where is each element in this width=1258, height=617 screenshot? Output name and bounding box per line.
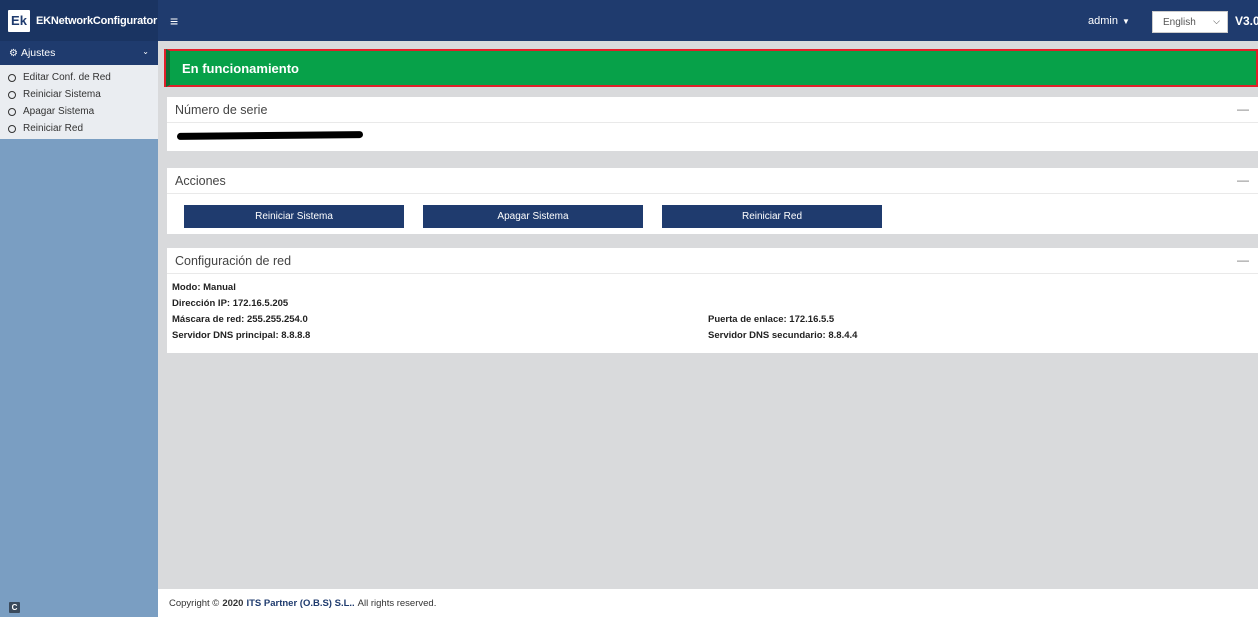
network-panel-body: Modo: Manual Dirección IP: 172.16.5.205 … bbox=[167, 274, 1258, 353]
language-select[interactable]: English ⌵ bbox=[1152, 11, 1228, 33]
language-value: English bbox=[1163, 16, 1196, 28]
sidebar-item-editar-conf-red[interactable]: Editar Conf. de Red bbox=[0, 69, 158, 86]
sidebar-item-label: Reiniciar Red bbox=[23, 123, 84, 134]
sidebar-item-apagar-sistema[interactable]: Apagar Sistema bbox=[0, 103, 158, 120]
user-name: admin bbox=[1088, 15, 1118, 27]
serial-panel: Número de serie — bbox=[167, 97, 1258, 151]
circle-outline-icon bbox=[8, 90, 16, 99]
footer-year: 2020 bbox=[222, 597, 244, 609]
actions-panel-body: Reiniciar Sistema Apagar Sistema Reinici… bbox=[167, 194, 1258, 234]
logo: Ek bbox=[8, 9, 30, 32]
sidebar-item-label: Editar Conf. de Red bbox=[23, 72, 111, 83]
app-name: EKNetworkConfigurator bbox=[36, 14, 158, 27]
sidebar-item-reiniciar-sistema[interactable]: Reiniciar Sistema bbox=[0, 86, 158, 103]
actions-panel-header: Acciones — bbox=[167, 168, 1258, 194]
minus-icon[interactable]: — bbox=[1237, 173, 1249, 187]
user-menu[interactable]: admin ▼ bbox=[1088, 15, 1130, 27]
hamburger-icon[interactable]: ≡ bbox=[170, 13, 178, 29]
sidebar-item-reiniciar-red[interactable]: Reiniciar Red bbox=[0, 120, 158, 137]
sidebar-header-label: Ajustes bbox=[20, 47, 56, 59]
network-panel: Configuración de red — Modo: Manual Dire… bbox=[167, 248, 1258, 353]
chevron-down-icon: ⌄ bbox=[142, 47, 149, 56]
brand[interactable]: Ek EKNetworkConfigurator bbox=[0, 0, 158, 41]
main-content: En funcionamiento Número de serie — Acci… bbox=[158, 41, 1258, 617]
reiniciar-red-button[interactable]: Reiniciar Red bbox=[662, 205, 882, 228]
serial-panel-title: Número de serie bbox=[175, 102, 268, 117]
actions-panel: Acciones — Reiniciar Sistema Apagar Sist… bbox=[167, 168, 1258, 234]
sidebar-header-ajustes[interactable]: ⚙ Ajustes ⌄ bbox=[0, 41, 158, 65]
minus-icon[interactable]: — bbox=[1237, 253, 1249, 267]
network-panel-header: Configuración de red — bbox=[167, 248, 1258, 274]
network-gateway: Puerta de enlace: 172.16.5.5 bbox=[708, 314, 835, 325]
serial-panel-header: Número de serie — bbox=[167, 97, 1258, 123]
circle-outline-icon bbox=[8, 124, 16, 133]
circle-outline-icon bbox=[8, 73, 16, 82]
network-mode: Modo: Manual bbox=[172, 282, 236, 293]
sidebar-menu: Editar Conf. de Red Reiniciar Sistema Ap… bbox=[0, 65, 158, 139]
footer-suffix: All rights reserved. bbox=[357, 597, 437, 609]
actions-panel-title: Acciones bbox=[175, 173, 226, 188]
sidebar-item-label: Reiniciar Sistema bbox=[23, 89, 101, 100]
apagar-sistema-button[interactable]: Apagar Sistema bbox=[423, 205, 643, 228]
footer-prefix: Copyright © bbox=[169, 597, 220, 609]
network-ip: Dirección IP: 172.16.5.205 bbox=[172, 298, 289, 309]
top-bar: Ek EKNetworkConfigurator ≡ admin ▼ Englis… bbox=[0, 0, 1258, 41]
circle-outline-icon bbox=[8, 107, 16, 116]
redacted-serial bbox=[176, 131, 364, 140]
network-dns-primary: Servidor DNS principal: 8.8.8.8 bbox=[172, 330, 311, 341]
minus-icon[interactable]: — bbox=[1237, 102, 1249, 116]
network-panel-title: Configuración de red bbox=[175, 253, 292, 268]
logo-text: Ek bbox=[11, 13, 27, 28]
status-banner: En funcionamiento bbox=[164, 49, 1258, 87]
gears-icon: ⚙ bbox=[9, 47, 18, 59]
chevron-down-icon: ⌵ bbox=[1213, 16, 1220, 26]
footer: Copyright © 2020 ITS Partner (O.B.S) S.L… bbox=[158, 589, 1258, 617]
footer-company[interactable]: ITS Partner (O.B.S) S.L.. bbox=[246, 598, 354, 609]
serial-panel-body bbox=[167, 123, 1258, 151]
copyright-icon[interactable]: C bbox=[9, 602, 20, 613]
reiniciar-sistema-button[interactable]: Reiniciar Sistema bbox=[184, 205, 404, 228]
network-mask: Máscara de red: 255.255.254.0 bbox=[172, 314, 308, 325]
network-dns-secondary: Servidor DNS secundario: 8.8.4.4 bbox=[708, 330, 858, 341]
sidebar: ⚙ Ajustes ⌄ Editar Conf. de Red Reinicia… bbox=[0, 41, 158, 617]
version-label: V3.0 bbox=[1235, 14, 1258, 28]
sidebar-item-label: Apagar Sistema bbox=[23, 106, 95, 117]
caret-down-icon: ▼ bbox=[1121, 17, 1130, 26]
